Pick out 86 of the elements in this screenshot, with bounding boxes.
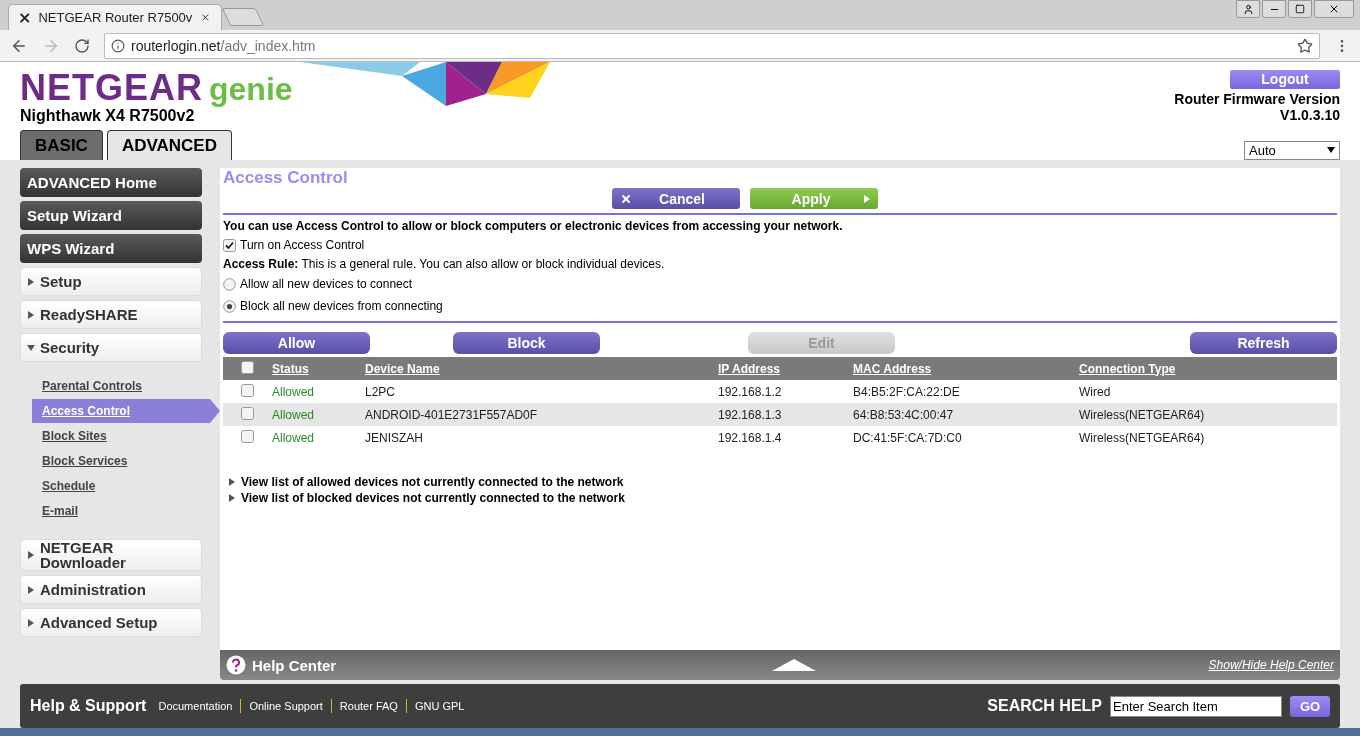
column-header[interactable]: Device Name — [365, 361, 440, 376]
device-list-link[interactable]: View list of blocked devices not currently connected to the network — [241, 491, 625, 505]
table-cell: 64:B8:53:4C:00:47 — [852, 403, 1078, 426]
checkbox[interactable] — [241, 360, 254, 374]
table-cell: 192.168.1.3 — [717, 403, 852, 426]
table-cell: Allowed — [271, 403, 364, 426]
action-button[interactable]: Allow — [223, 332, 370, 354]
logout-button[interactable]: Logout — [1230, 70, 1340, 89]
checkbox[interactable] — [241, 383, 254, 397]
expand-arrow-icon — [27, 618, 35, 627]
play-arrow-icon — [864, 194, 870, 203]
sidebar-section[interactable]: ReadySHARE — [20, 300, 202, 329]
access-rule-text: Access Rule: This is a general rule. You can also allow or block individual devices. — [223, 256, 665, 273]
mode-tab[interactable]: ADVANCED — [106, 130, 232, 160]
dropdown-arrow-icon — [1327, 147, 1335, 154]
page-title: Access Control — [223, 168, 349, 188]
sidebar-link[interactable]: Parental Controls — [20, 374, 220, 398]
footer-title: Help & Support — [30, 697, 147, 715]
sidebar-link[interactable]: Block Sites — [20, 424, 220, 448]
user-button[interactable] — [1236, 0, 1260, 18]
help-center-title: Help Center — [252, 656, 337, 674]
star-icon[interactable] — [1297, 37, 1313, 54]
brand-logo: NETGEAR — [20, 70, 203, 106]
address-field[interactable]: routerlogin.net/adv_index.htm — [104, 32, 1320, 59]
table-cell: Wired — [1078, 380, 1337, 403]
expand-arrow-icon — [27, 585, 35, 594]
show-hide-help-link[interactable]: Show/Hide Help Center — [1208, 658, 1334, 672]
radio-label: Block all new devices from connecting — [240, 299, 443, 313]
maximize-button[interactable] — [1288, 0, 1312, 18]
table-cell: ANDROID-401E2731F557AD0F — [364, 403, 717, 426]
radio-label: Allow all new devices to connect — [240, 277, 413, 291]
browser-tab[interactable]: NETGEAR Router R7500v — [8, 4, 222, 30]
sidebar-item[interactable]: WPS Wizard — [20, 234, 202, 263]
checkbox[interactable] — [223, 238, 236, 252]
expand-arrow-icon — [27, 277, 35, 286]
action-button[interactable]: Block — [453, 332, 600, 354]
sidebar-link[interactable]: Schedule — [20, 474, 220, 498]
user-icon — [1242, 3, 1254, 15]
radio-button[interactable] — [223, 277, 236, 291]
expand-arrow-icon — [27, 310, 35, 319]
tab-title: NETGEAR Router R7500v — [38, 10, 193, 25]
sidebar-section[interactable]: Security — [20, 333, 202, 362]
sidebar-section[interactable]: NETGEAR Downloader — [20, 539, 202, 571]
sidebar-link[interactable]: Block Services — [20, 449, 220, 473]
footer-link[interactable]: Documentation — [158, 700, 233, 712]
close-icon — [1328, 3, 1340, 15]
firmware-version: V1.0.3.10 — [1280, 106, 1340, 123]
sidebar-item[interactable]: Setup Wizard — [20, 201, 202, 230]
brand-suffix: genie — [209, 71, 293, 107]
device-list-link[interactable]: View list of allowed devices not currently connected to the network — [241, 475, 624, 489]
checkbox[interactable] — [241, 406, 254, 420]
table-cell: B4:B5:2F:CA:22:DE — [852, 380, 1078, 403]
sidebar-section[interactable]: Advanced Setup — [20, 608, 202, 637]
language-select[interactable]: Auto — [1244, 140, 1340, 160]
firmware-label: Router Firmware Version — [1174, 90, 1340, 107]
table-cell: Allowed — [271, 380, 364, 403]
reload-icon[interactable] — [74, 37, 90, 54]
go-button[interactable]: GO — [1290, 695, 1330, 717]
close-icon[interactable] — [200, 11, 211, 24]
collapse-arrow-icon — [27, 343, 35, 352]
footer-link[interactable]: Router FAQ — [339, 700, 398, 712]
checkbox-label: Turn on Access Control — [240, 238, 365, 252]
radio-button[interactable] — [223, 299, 236, 313]
intro-text: You can use Access Control to allow or block computers or electronic devices from accessing your network. — [223, 219, 844, 233]
close-icon — [620, 192, 632, 205]
help-icon — [226, 655, 246, 675]
cancel-button[interactable]: Cancel — [612, 188, 740, 209]
refresh-button[interactable]: Refresh — [1190, 332, 1337, 354]
info-icon[interactable] — [111, 38, 125, 53]
search-field[interactable]: Enter Search Item — [1110, 695, 1282, 717]
model-name: Nighthawk X4 R7500v2 — [20, 107, 196, 125]
footer-link[interactable]: GNU GPL — [414, 700, 465, 712]
sidebar-item[interactable]: ADVANCED Home — [20, 168, 202, 197]
sidebar-section[interactable]: Setup — [20, 267, 202, 296]
checkbox[interactable] — [241, 429, 254, 443]
expand-arrow-icon — [27, 551, 35, 559]
search-label: SEARCH HELP — [987, 697, 1102, 715]
maximize-icon — [1295, 4, 1305, 14]
footer-link[interactable]: Online Support — [249, 700, 323, 712]
mode-tab[interactable]: BASIC — [20, 130, 103, 160]
sidebar-link[interactable]: E-mail — [20, 499, 220, 523]
expand-up-icon[interactable] — [772, 659, 817, 671]
table-cell: 192.168.1.2 — [717, 380, 852, 403]
table-cell: L2PC — [364, 380, 717, 403]
table-cell: Wireless(NETGEAR64) — [1078, 403, 1337, 426]
sidebar-section[interactable]: Administration — [20, 575, 202, 604]
